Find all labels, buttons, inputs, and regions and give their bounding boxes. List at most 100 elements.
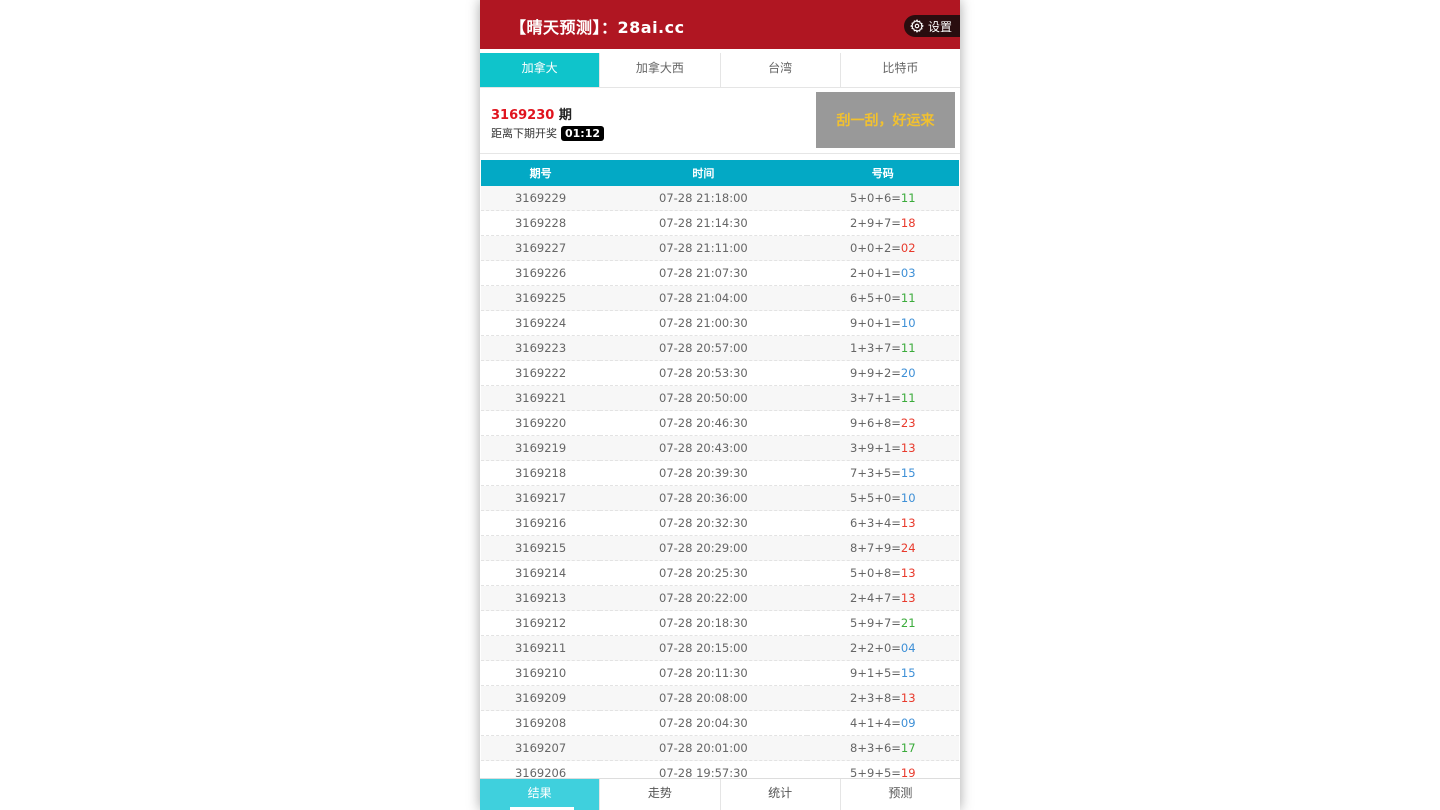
cell-number: 4+1+4=09 [806, 710, 959, 736]
number-sum: 03 [900, 266, 916, 280]
table-row: 3169218 07-28 20:39:30 7+3+5=15 [481, 460, 959, 486]
number-expression: 3+9+1= [850, 441, 901, 455]
table-row: 3169217 07-28 20:36:00 5+5+0=10 [481, 485, 959, 511]
number-expression: 2+3+8= [850, 691, 901, 705]
number-sum: 18 [900, 216, 916, 230]
cell-time: 07-28 20:36:00 [600, 485, 807, 511]
number-sum: 13 [900, 566, 916, 580]
nav-stats[interactable]: 统计 [721, 779, 841, 810]
cell-number: 2+0+1=03 [806, 260, 959, 286]
number-sum: 10 [900, 491, 916, 505]
table-row: 3169227 07-28 21:11:00 0+0+2=02 [481, 235, 959, 261]
settings-label: 设置 [927, 19, 952, 34]
table-row: 3169220 07-28 20:46:30 9+6+8=23 [481, 410, 959, 436]
table-row: 3169219 07-28 20:43:00 3+9+1=13 [481, 435, 959, 461]
table-row: 3169211 07-28 20:15:00 2+2+0=04 [481, 635, 959, 661]
table-body: 3169229 07-28 21:18:00 5+0+6=11 3169228 07-2… [481, 186, 959, 786]
cell-number: 2+3+8=13 [806, 685, 959, 711]
cell-period: 3169226 [481, 260, 601, 286]
number-sum: 11 [900, 391, 916, 405]
number-sum: 10 [900, 316, 916, 330]
number-sum: 13 [900, 691, 916, 705]
cell-number: 7+3+5=15 [806, 460, 959, 486]
number-expression: 2+0+1= [850, 266, 901, 280]
number-sum: 13 [900, 516, 916, 530]
cell-period: 3169222 [481, 360, 601, 386]
cell-number: 9+6+8=23 [806, 410, 959, 436]
number-expression: 3+7+1= [850, 391, 901, 405]
number-sum: 13 [900, 441, 916, 455]
number-expression: 2+9+7= [850, 216, 901, 230]
cell-number: 5+0+8=13 [806, 560, 959, 586]
tab-canada-west[interactable]: 加拿大西 [600, 53, 721, 87]
cell-time: 07-28 21:07:30 [600, 260, 807, 286]
settings-button[interactable]: 设置 [903, 15, 960, 37]
cell-time: 07-28 21:00:30 [600, 310, 807, 336]
number-expression: 1+3+7= [850, 341, 901, 355]
table-row: 3169216 07-28 20:32:30 6+3+4=13 [481, 510, 959, 536]
current-period-panel: 3169230 期 距离下期开奖 01:12 刮一刮，好运来 [480, 92, 960, 154]
scratch-card-banner[interactable]: 刮一刮，好运来 [816, 92, 955, 148]
cell-period: 3169229 [481, 186, 601, 211]
cell-period: 3169210 [481, 660, 601, 686]
table-row: 3169221 07-28 20:50:00 3+7+1=11 [481, 385, 959, 411]
table-row: 3169228 07-28 21:14:30 2+9+7=18 [481, 210, 959, 236]
nav-trend[interactable]: 走势 [600, 779, 721, 810]
tab-taiwan[interactable]: 台湾 [720, 53, 841, 87]
nav-results[interactable]: 结果 [480, 779, 601, 810]
cell-time: 07-28 21:04:00 [600, 285, 807, 311]
region-tabs: 加拿大 加拿大西 台湾 比特币 [480, 53, 960, 88]
results-table: 期号 时间 号码 3169229 07-28 21:18:00 5+0+6=11 31… [481, 160, 959, 786]
cell-period: 3169208 [481, 710, 601, 736]
table-row: 3169225 07-28 21:04:00 6+5+0=11 [481, 285, 959, 311]
period-number: 3169230 [491, 108, 555, 123]
table-row: 3169208 07-28 20:04:30 4+1+4=09 [481, 710, 959, 736]
cell-number: 6+3+4=13 [806, 510, 959, 536]
cell-period: 3169218 [481, 460, 601, 486]
cell-period: 3169228 [481, 210, 601, 236]
number-expression: 5+0+6= [850, 191, 901, 205]
table-row: 3169223 07-28 20:57:00 1+3+7=11 [481, 335, 959, 361]
cell-number: 5+9+7=21 [806, 610, 959, 636]
cell-number: 3+9+1=13 [806, 435, 959, 461]
number-expression: 2+4+7= [850, 591, 901, 605]
gear-icon [910, 19, 924, 33]
countdown-label: 距离下期开奖 [491, 127, 557, 140]
cell-period: 3169224 [481, 310, 601, 336]
cell-period: 3169214 [481, 560, 601, 586]
cell-number: 9+0+1=10 [806, 310, 959, 336]
number-sum: 04 [900, 641, 916, 655]
cell-time: 07-28 20:57:00 [600, 335, 807, 361]
cell-number: 6+5+0=11 [806, 285, 959, 311]
header-bar: 【晴天预测】：28ai.cc 设置 [480, 0, 960, 49]
number-expression: 8+7+9= [850, 541, 901, 555]
table-header-row: 期号 时间 号码 [481, 160, 959, 186]
number-expression: 6+3+4= [850, 516, 901, 530]
cell-time: 07-28 20:22:00 [600, 585, 807, 611]
cell-time: 07-28 20:53:30 [600, 360, 807, 386]
cell-number: 9+1+5=15 [806, 660, 959, 686]
tab-canada[interactable]: 加拿大 [480, 53, 601, 87]
cell-time: 07-28 20:11:30 [600, 660, 807, 686]
cell-number: 5+0+6=11 [806, 186, 959, 211]
table-row: 3169213 07-28 20:22:00 2+4+7=13 [481, 585, 959, 611]
number-expression: 7+3+5= [850, 466, 901, 480]
number-sum: 11 [900, 341, 916, 355]
number-expression: 9+9+2= [850, 366, 901, 380]
cell-time: 07-28 20:46:30 [600, 410, 807, 436]
nav-predict[interactable]: 预测 [841, 779, 960, 810]
cell-period: 3169221 [481, 385, 601, 411]
tab-bitcoin[interactable]: 比特币 [840, 53, 960, 87]
cell-number: 2+4+7=13 [806, 585, 959, 611]
number-expression: 9+1+5= [850, 666, 901, 680]
number-sum: 24 [900, 541, 916, 555]
cell-number: 8+3+6=17 [806, 735, 959, 761]
cell-time: 07-28 21:18:00 [600, 186, 807, 211]
site-title: 【晴天预测】：28ai.cc [510, 18, 685, 37]
cell-number: 0+0+2=02 [806, 235, 959, 261]
table-row: 3169229 07-28 21:18:00 5+0+6=11 [481, 186, 959, 211]
cell-period: 3169225 [481, 285, 601, 311]
number-sum: 13 [900, 591, 916, 605]
number-sum: 21 [900, 616, 916, 630]
number-expression: 5+5+0= [850, 491, 901, 505]
